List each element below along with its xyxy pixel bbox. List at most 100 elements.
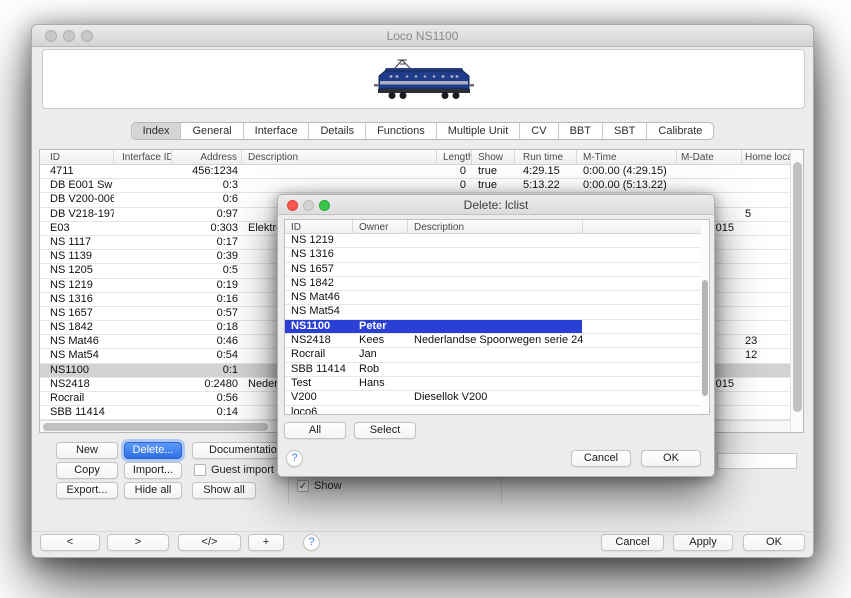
table-row[interactable]: DB E001 Sw0:30true5:13.220:00.00 (5:13.2… xyxy=(40,179,790,193)
export-button[interactable]: Export... xyxy=(56,482,118,499)
cell: NS2418 xyxy=(285,334,353,347)
column-header-run-time[interactable]: Run time xyxy=(515,150,577,164)
cell xyxy=(353,391,408,404)
dialog-list-item[interactable]: NS1100Peter xyxy=(285,320,701,334)
guest-import-checkbox[interactable] xyxy=(194,464,206,476)
dialog-column-header-id[interactable]: ID xyxy=(285,220,353,233)
dialog-list-item[interactable]: NS 1219 xyxy=(285,234,701,248)
cell xyxy=(742,193,792,206)
cell xyxy=(583,248,703,261)
cell xyxy=(583,263,703,276)
cell xyxy=(114,208,172,221)
column-header-home-locati[interactable]: Home locati xyxy=(742,150,792,164)
horizontal-scrollbar-thumb[interactable] xyxy=(43,423,268,431)
cell: 0:303 xyxy=(172,222,242,235)
delete-dialog: Delete: lclist IDOwnerDescription NS 121… xyxy=(277,194,715,477)
column-header-description[interactable]: Description xyxy=(242,150,437,164)
select-button[interactable]: Select xyxy=(354,422,416,439)
cell xyxy=(242,165,437,178)
dialog-list-item[interactable]: TestHans xyxy=(285,377,701,391)
tab-multiple-unit[interactable]: Multiple Unit xyxy=(436,123,520,139)
dialog-list-item[interactable]: SBB 11414Rob xyxy=(285,363,701,377)
cancel-button[interactable]: Cancel xyxy=(601,534,664,551)
dialog-list-item[interactable]: NS 1842 xyxy=(285,277,701,291)
copy-button[interactable]: Copy xyxy=(56,462,118,479)
vertical-scrollbar[interactable] xyxy=(790,150,803,432)
delete-button[interactable]: Delete... xyxy=(124,442,182,459)
vertical-scrollbar-thumb[interactable] xyxy=(793,162,802,412)
help-button[interactable]: ? xyxy=(303,534,320,551)
tab-calibrate[interactable]: Calibrate xyxy=(646,123,713,139)
dialog-titlebar[interactable]: Delete: lclist xyxy=(278,195,714,215)
column-header-address[interactable]: Address xyxy=(172,150,242,164)
side-text-field[interactable] xyxy=(717,453,797,469)
tab-interface[interactable]: Interface xyxy=(243,123,309,139)
dialog-list-item[interactable]: RocrailJan xyxy=(285,348,701,362)
column-header-m-time[interactable]: M-Time xyxy=(577,150,677,164)
cell xyxy=(353,305,408,318)
add-button[interactable]: + xyxy=(248,534,284,551)
tab-sbt[interactable]: SBT xyxy=(602,123,646,139)
show-all-button[interactable]: Show all xyxy=(192,482,256,499)
cell xyxy=(742,165,792,178)
tab-general[interactable]: General xyxy=(180,123,242,139)
screen: Loco NS1100 xyxy=(0,0,851,598)
apply-button[interactable]: Apply xyxy=(673,534,733,551)
dialog-cancel-button[interactable]: Cancel xyxy=(571,450,631,467)
cell: NS 1657 xyxy=(40,307,114,320)
dialog-column-header-description[interactable]: Description xyxy=(408,220,583,233)
tab-functions[interactable]: Functions xyxy=(365,123,436,139)
dialog-column-header-owner[interactable]: Owner xyxy=(353,220,408,233)
cell: NS1100 xyxy=(40,364,114,377)
dialog-list-header: IDOwnerDescription xyxy=(285,220,701,234)
dialog-column-header-blank[interactable] xyxy=(583,220,703,233)
new-button[interactable]: New xyxy=(56,442,118,459)
table-row[interactable]: 4711456:12340true4:29.150:00.00 (4:29.15… xyxy=(40,165,790,179)
cell: NS 1219 xyxy=(40,279,114,292)
cell: NS 1842 xyxy=(40,321,114,334)
dialog-list-item[interactable]: NS2418KeesNederlandse Spoorwegen serie 2… xyxy=(285,334,701,348)
dialog-list-item[interactable]: NS Mat46 xyxy=(285,291,701,305)
cell: 0:6 xyxy=(172,193,242,206)
tab-bar: IndexGeneralInterfaceDetailsFunctionsMul… xyxy=(131,122,715,140)
cell xyxy=(353,277,408,290)
tab-details[interactable]: Details xyxy=(308,123,365,139)
column-header-m-date[interactable]: M-Date xyxy=(677,150,742,164)
dialog-list-item[interactable]: NS Mat54 xyxy=(285,305,701,319)
ok-button[interactable]: OK xyxy=(743,534,805,551)
next-button[interactable]: > xyxy=(107,534,169,551)
dialog-ok-button[interactable]: OK xyxy=(641,450,701,467)
column-header-interface-id[interactable]: Interface ID xyxy=(114,150,172,164)
dialog-list-item[interactable]: V200Diesellok V200 xyxy=(285,391,701,405)
cell: 23 xyxy=(742,335,792,348)
all-button[interactable]: All xyxy=(284,422,346,439)
cell: NS 1316 xyxy=(40,293,114,306)
tab-index[interactable]: Index xyxy=(132,123,181,139)
column-header-length[interactable]: Length xyxy=(437,150,472,164)
tab-bbt[interactable]: BBT xyxy=(558,123,602,139)
cell: Test xyxy=(285,377,353,390)
code-button[interactable]: </> xyxy=(178,534,241,551)
tab-cv[interactable]: CV xyxy=(519,123,557,139)
cell: Nederlandse Spoorwegen serie 2400 xyxy=(408,334,583,347)
dialog-title: Delete: lclist xyxy=(278,198,714,212)
main-titlebar[interactable]: Loco NS1100 xyxy=(32,25,813,47)
show-checkbox[interactable]: ✓ xyxy=(297,480,309,492)
dialog-list-item[interactable]: NS 1316 xyxy=(285,248,701,262)
dialog-list-item[interactable]: NS 1657 xyxy=(285,263,701,277)
dialog-help-button[interactable]: ? xyxy=(286,450,303,467)
dialog-list-item[interactable]: loco6 xyxy=(285,406,701,415)
prev-button[interactable]: < xyxy=(40,534,100,551)
cell: 0:17 xyxy=(172,236,242,249)
cell: Peter xyxy=(353,320,408,333)
import-button[interactable]: Import... xyxy=(124,462,182,479)
column-header-show[interactable]: Show xyxy=(472,150,515,164)
cell: 5 xyxy=(742,208,792,221)
column-header-id[interactable]: ID xyxy=(40,150,114,164)
cell xyxy=(114,335,172,348)
cell: V200 xyxy=(285,391,353,404)
hide-all-button[interactable]: Hide all xyxy=(124,482,182,499)
cell xyxy=(408,363,583,376)
cell: NS 1316 xyxy=(285,248,353,261)
cell: NS 1205 xyxy=(40,264,114,277)
